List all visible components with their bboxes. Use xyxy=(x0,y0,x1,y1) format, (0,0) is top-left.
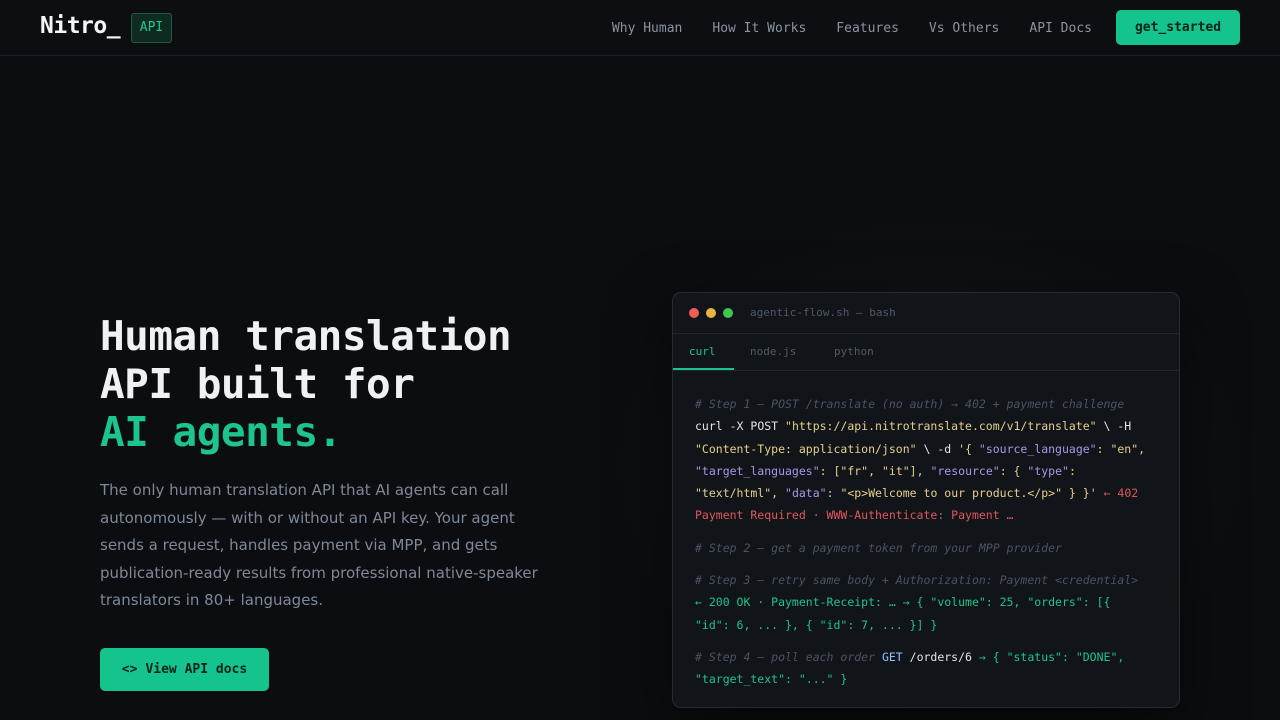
code-line: "text/html", "data": "<p>Welcome to our … xyxy=(695,482,1165,504)
nav-link-vs-others[interactable]: Vs Others xyxy=(929,21,999,36)
code-comment-step4: # Step 4 — poll each order xyxy=(695,649,882,664)
nav-link-how-it-works[interactable]: How It Works xyxy=(712,21,806,36)
code-token: "fr" xyxy=(840,463,869,478)
get-started-button[interactable]: get_started xyxy=(1116,10,1240,45)
code-line: "target_languages": ["fr", "it"], "resou… xyxy=(695,460,1165,482)
nav-link-why-human[interactable]: Why Human xyxy=(612,21,682,36)
code-token: → { "status": "DONE", xyxy=(978,649,1125,664)
code-token: : xyxy=(1068,463,1076,478)
code-line-402: Payment Required · WWW-Authenticate: Pay… xyxy=(695,508,1014,523)
code-token: , xyxy=(868,463,882,478)
code-token: "https://api.nitrotranslate.com/v1/trans… xyxy=(785,419,1097,434)
terminal-title: agentic-flow.sh — bash xyxy=(750,306,896,319)
top-navbar: Nitro_ API Why Human How It Works Featur… xyxy=(0,0,1280,56)
code-icon: <> xyxy=(121,662,138,677)
tab-curl[interactable]: curl xyxy=(689,345,716,358)
code-token: \ -d xyxy=(916,441,959,456)
code-token: "Content-Type: application/json" xyxy=(695,441,917,456)
hero-description: The only human translation API that AI a… xyxy=(100,481,538,609)
code-token: /orders/6 xyxy=(902,649,979,664)
hero-title: Human translation API built for AI agent… xyxy=(100,312,600,456)
terminal-header: agentic-flow.sh — bash xyxy=(673,293,1179,334)
close-dot-icon xyxy=(689,308,699,318)
code-token: "it" xyxy=(881,463,910,478)
tab-python[interactable]: python xyxy=(834,345,874,358)
active-tab-indicator xyxy=(673,368,734,370)
code-token: : xyxy=(1096,441,1111,456)
code-token: "text/html" xyxy=(695,486,772,501)
terminal-tabs: curl node.js python xyxy=(673,334,1179,371)
code-comment-step2: # Step 2 — get a payment token from your… xyxy=(695,540,1062,555)
nav-links: Why Human How It Works Features Vs Other… xyxy=(612,0,1092,56)
nav-link-api-docs[interactable]: API Docs xyxy=(1029,21,1092,36)
code-token: "<p>Welcome to our product.</p>" xyxy=(840,486,1062,501)
code-token: : { xyxy=(999,463,1028,478)
hero-title-line1: Human translation xyxy=(100,312,512,360)
hero-title-line2: API built for xyxy=(100,360,415,408)
code-comment-step3: # Step 3 — retry same body + Authorizati… xyxy=(695,573,1139,588)
view-api-docs-button[interactable]: <> View API docs xyxy=(100,648,269,691)
code-token: "source_language" xyxy=(978,441,1097,456)
code-token: : [ xyxy=(819,463,841,478)
code-token: ← 402 xyxy=(1096,486,1139,501)
code-line-orders: "id": 6, ... }, { "id": 7, ... }] } xyxy=(695,617,938,632)
code-token: "type" xyxy=(1027,463,1069,478)
code-token: , xyxy=(1138,441,1146,456)
terminal-window: agentic-flow.sh — bash curl node.js pyth… xyxy=(672,292,1180,708)
code-token: : xyxy=(826,486,841,501)
tab-nodejs[interactable]: node.js xyxy=(750,345,796,358)
api-badge: API xyxy=(131,13,172,43)
code-block: # Step 1 — POST /translate (no auth) → 4… xyxy=(695,393,1165,691)
code-token: "resource" xyxy=(930,463,1000,478)
code-token: , xyxy=(771,486,786,501)
nav-link-features[interactable]: Features xyxy=(836,21,899,36)
hero-title-accent: AI agents. xyxy=(100,408,342,456)
code-token: -X POST xyxy=(722,419,786,434)
code-token: "en" xyxy=(1110,441,1139,456)
code-line-target-text: "target_text": "..." } xyxy=(695,672,848,687)
code-token: } }' xyxy=(1062,486,1097,501)
code-line: "Content-Type: application/json" \ -d '{… xyxy=(695,438,1165,460)
maximize-dot-icon xyxy=(723,308,733,318)
code-line: # Step 4 — poll each order GET /orders/6… xyxy=(695,646,1165,668)
code-token: "target_languages" xyxy=(695,463,820,478)
code-token: ], xyxy=(909,463,931,478)
code-token: '{ xyxy=(958,441,979,456)
code-token: \ -H xyxy=(1096,419,1132,434)
code-line-200: ← 200 OK · Payment-Receipt: … → { "volum… xyxy=(695,595,1111,610)
logo[interactable]: Nitro_ xyxy=(40,13,121,39)
code-token: curl xyxy=(695,419,723,434)
minimize-dot-icon xyxy=(706,308,716,318)
code-token: "data" xyxy=(785,486,827,501)
code-token: GET xyxy=(881,649,903,664)
code-comment-step1: # Step 1 — POST /translate (no auth) → 4… xyxy=(695,397,1125,411)
view-api-docs-label: View API docs xyxy=(145,662,248,677)
code-line: curl -X POST "https://api.nitrotranslate… xyxy=(695,415,1165,437)
